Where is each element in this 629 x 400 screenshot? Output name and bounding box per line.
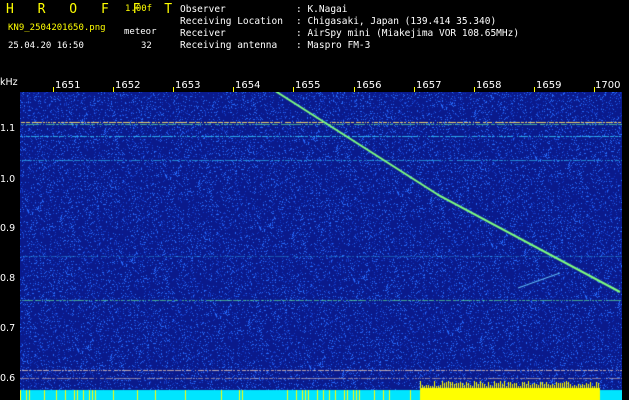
meteor-count: 32 [141,41,152,51]
antenna-value: : Maspro FM-3 [296,40,371,51]
freq-unit-label: kHz [0,77,18,88]
time-tick-label: 1653 [175,80,201,91]
time-tick-label: 1656 [356,80,382,91]
timestamp-label: 25.04.20 16:50 [8,41,84,51]
freq-tick-label: 0.7 [0,323,16,334]
version-label: 1.00f [125,4,153,14]
right-margin [622,78,629,400]
observer-value: : K.Nagai [296,4,348,15]
frequency-axis: kHz 1.1 1.0 0.9 0.8 0.7 0.6 [0,77,20,400]
time-tick-mark [113,87,114,92]
freq-tick-label: 0.9 [0,223,16,234]
time-tick-label: 1652 [115,80,141,91]
observer-label: Observer [180,4,226,15]
time-tick-label: 1657 [416,80,442,91]
spectrogram[interactable] [20,78,622,400]
time-tick-label: 1658 [476,80,502,91]
time-tick-label: 1654 [235,80,261,91]
time-tick-mark [414,87,415,92]
time-axis: 1651 1652 1653 1654 1655 1656 1657 1658 … [20,78,622,92]
location-label: Receiving Location [180,16,283,27]
time-tick-mark [474,87,475,92]
time-tick-mark [594,87,595,92]
freq-tick-label: 0.8 [0,273,16,284]
freq-tick-label: 0.6 [0,373,16,384]
time-tick-label: 1655 [295,80,321,91]
time-tick-mark [173,87,174,92]
location-value: : Chigasaki, Japan (139.414 35.340) [296,16,497,27]
freq-tick-label: 1.0 [0,174,16,185]
header-panel: H R O F F T 1.00f KN9_2504201650.png met… [0,0,629,78]
filename-label: KN9_2504201650.png [8,23,106,33]
receiver-label: Receiver [180,28,226,39]
time-tick-mark [293,87,294,92]
meteor-label: meteor [124,27,157,37]
time-tick-mark [53,87,54,92]
spectrogram-canvas[interactable] [20,78,622,400]
time-tick-mark [233,87,234,92]
time-tick-label: 1651 [55,80,81,91]
receiver-value: : AirSpy mini (Miakejima VOR 108.65MHz) [296,28,520,39]
time-tick-label: 1700 [595,80,621,91]
time-tick-mark [354,87,355,92]
freq-tick-label: 1.1 [0,123,16,134]
app-title: H R O F F T [6,2,181,17]
time-tick-mark [534,87,535,92]
time-tick-label: 1659 [536,80,562,91]
antenna-label: Receiving antenna [180,40,278,51]
